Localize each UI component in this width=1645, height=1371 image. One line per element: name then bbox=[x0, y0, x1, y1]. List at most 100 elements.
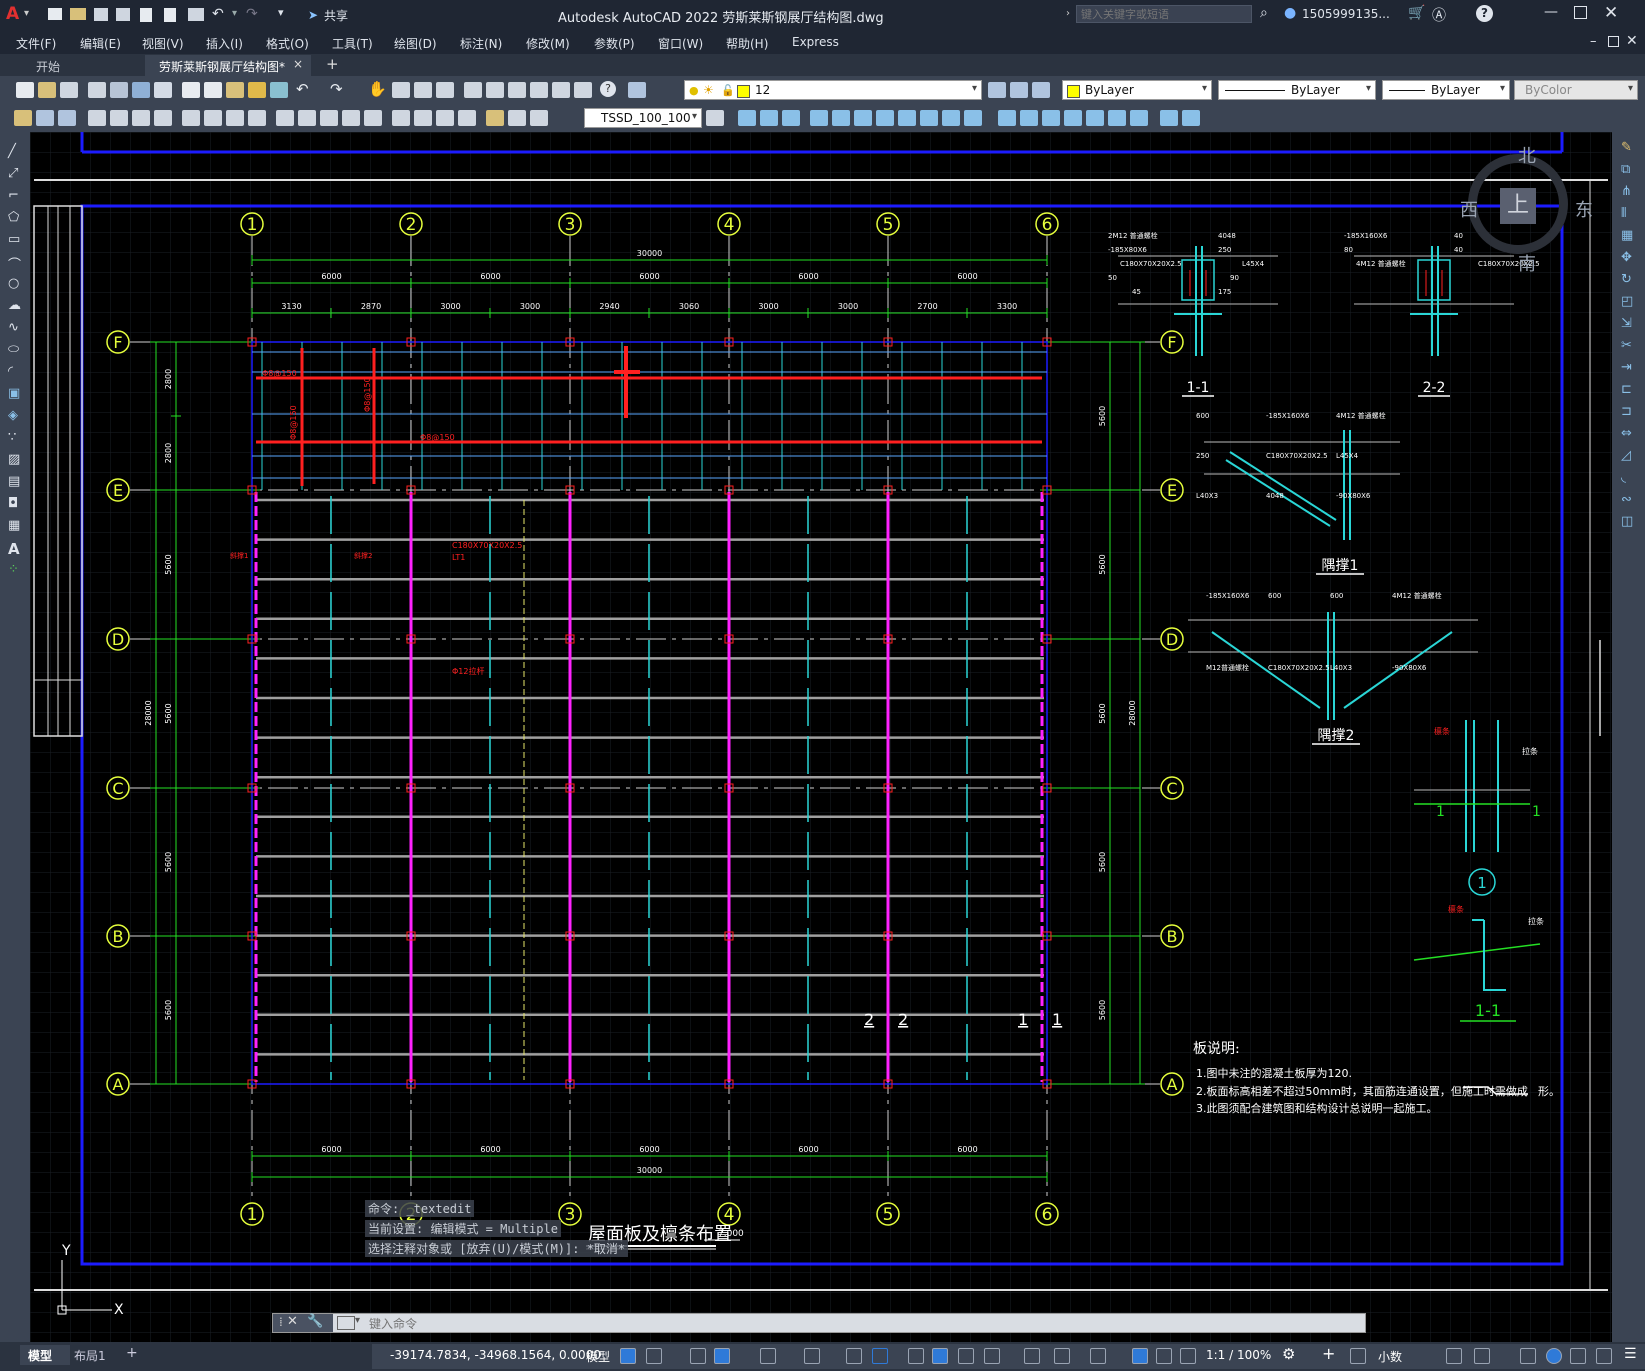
maximize-icon[interactable] bbox=[1574, 6, 1587, 19]
menu-format[interactable]: 格式(O) bbox=[266, 35, 309, 52]
search-icon[interactable]: ⌕ bbox=[1260, 5, 1268, 21]
chevron-down-icon[interactable]: ▾ bbox=[1628, 83, 1633, 94]
selection-filter-icon[interactable] bbox=[1054, 1348, 1070, 1364]
rotate-icon[interactable] bbox=[876, 110, 894, 126]
gizmo-icon[interactable] bbox=[1090, 1348, 1106, 1364]
lock-ui-icon[interactable] bbox=[1474, 1348, 1490, 1364]
annotation-monitor-icon[interactable]: + bbox=[1322, 1344, 1335, 1363]
diameter-dimension-icon[interactable] bbox=[226, 110, 244, 126]
offset-icon[interactable]: ⫴ bbox=[1621, 206, 1626, 221]
blend-curves-icon[interactable]: ∾ bbox=[1621, 492, 1632, 507]
edit-polyline-icon[interactable] bbox=[1160, 110, 1178, 126]
dynamic-ucs-icon[interactable] bbox=[1024, 1348, 1040, 1364]
open-icon[interactable] bbox=[70, 8, 86, 20]
menu-view[interactable]: 视图(V) bbox=[142, 35, 184, 52]
construction-line-icon[interactable]: ⤢ bbox=[8, 166, 18, 181]
menu-insert[interactable]: 插入(I) bbox=[206, 35, 243, 52]
undo-icon[interactable]: ↶ bbox=[212, 6, 224, 22]
layer-state-icon[interactable] bbox=[1032, 82, 1050, 98]
sheet-set-icon[interactable] bbox=[530, 82, 548, 98]
menu-dimension[interactable]: 标注(N) bbox=[460, 35, 502, 52]
properties-icon[interactable] bbox=[464, 82, 482, 98]
coordinates-readout[interactable]: -39174.7834, -34968.1564, 0.0000 bbox=[390, 1348, 601, 1362]
tab-close-icon[interactable]: × bbox=[293, 57, 303, 71]
isolate-objects-icon[interactable] bbox=[1520, 1348, 1536, 1364]
close-icon[interactable]: ✕ bbox=[287, 1314, 298, 1329]
search-input[interactable] bbox=[1076, 5, 1252, 23]
units-icon[interactable] bbox=[1350, 1348, 1366, 1364]
chevron-down-icon[interactable]: ▾ bbox=[355, 1315, 360, 1326]
open-icon[interactable] bbox=[38, 82, 56, 98]
new-icon[interactable] bbox=[16, 82, 34, 98]
save-web-icon[interactable] bbox=[164, 8, 176, 22]
calculator-icon[interactable] bbox=[574, 82, 592, 98]
arc-icon[interactable]: ⌒ bbox=[8, 254, 21, 273]
chevron-down-icon[interactable]: ▾ bbox=[1202, 83, 1207, 94]
pan-icon[interactable]: ✋ bbox=[368, 80, 387, 98]
layer-freeze-icon[interactable]: ☀ bbox=[703, 83, 714, 97]
copy-icon[interactable]: ⧉ bbox=[1621, 162, 1630, 177]
polyline-icon[interactable]: ⌐ bbox=[8, 188, 19, 203]
insert-table-icon[interactable] bbox=[14, 110, 32, 126]
aligned-dimension-icon[interactable] bbox=[110, 110, 128, 126]
markup-icon[interactable] bbox=[552, 82, 570, 98]
polygon-icon[interactable]: ⬠ bbox=[8, 210, 19, 225]
chevron-down-icon[interactable]: ▾ bbox=[972, 83, 977, 94]
spline-icon[interactable]: ∿ bbox=[8, 320, 19, 335]
fillet-icon[interactable] bbox=[1064, 110, 1082, 126]
isometric-icon[interactable] bbox=[804, 1348, 820, 1364]
paste-icon[interactable] bbox=[226, 82, 244, 98]
menu-modify[interactable]: 修改(M) bbox=[526, 35, 570, 52]
lineweight-icon[interactable] bbox=[908, 1348, 924, 1364]
copy-object-icon[interactable] bbox=[760, 110, 778, 126]
object-snap-tracking-icon[interactable] bbox=[846, 1348, 862, 1364]
trim-icon[interactable] bbox=[942, 110, 960, 126]
move-icon[interactable] bbox=[854, 110, 872, 126]
compass-south[interactable]: 南 bbox=[1518, 250, 1536, 276]
tab-model[interactable]: 模型 bbox=[20, 1345, 70, 1365]
center-mark-icon[interactable] bbox=[414, 110, 432, 126]
offset-icon[interactable] bbox=[810, 110, 828, 126]
plot-preview-icon[interactable] bbox=[110, 82, 128, 98]
menu-window[interactable]: 窗口(W) bbox=[658, 35, 703, 52]
join-icon[interactable]: ⇔ bbox=[1621, 426, 1632, 441]
match-properties-icon[interactable] bbox=[248, 82, 266, 98]
new-icon[interactable] bbox=[48, 8, 62, 20]
stretch-icon[interactable]: ⇲ bbox=[1621, 316, 1632, 331]
menu-help[interactable]: 帮助(H) bbox=[726, 35, 768, 52]
jogged-dimension-icon[interactable] bbox=[204, 110, 222, 126]
scale-icon[interactable]: ◰ bbox=[1621, 294, 1633, 309]
trim-icon[interactable]: ✂ bbox=[1621, 338, 1632, 353]
extend-icon[interactable]: ⇥ bbox=[1621, 360, 1632, 375]
cut-icon[interactable] bbox=[182, 82, 200, 98]
compass-north[interactable]: 北 bbox=[1518, 142, 1536, 168]
hatch-icon[interactable]: ▨ bbox=[8, 452, 20, 467]
region-icon[interactable]: ◘ bbox=[8, 496, 18, 511]
snap-icon[interactable] bbox=[646, 1348, 662, 1364]
multiline-text-icon[interactable]: A bbox=[8, 540, 20, 558]
save-icon[interactable] bbox=[94, 8, 108, 21]
doc-restore-icon[interactable] bbox=[1608, 36, 1619, 47]
tool-palettes-icon[interactable] bbox=[508, 82, 526, 98]
undo-icon[interactable]: ↶ bbox=[296, 80, 309, 98]
model-space-button[interactable]: 模型 bbox=[586, 1348, 610, 1365]
move-icon[interactable]: ✥ bbox=[1621, 250, 1632, 265]
lengthen-icon[interactable] bbox=[1108, 110, 1126, 126]
undo-dropdown-icon[interactable]: ▾ bbox=[232, 8, 237, 19]
dimension-text-edit-icon[interactable] bbox=[508, 110, 526, 126]
annotation-scale-icon[interactable] bbox=[1180, 1348, 1196, 1364]
polar-icon[interactable] bbox=[760, 1348, 776, 1364]
eraser-icon[interactable]: ✎ bbox=[1621, 140, 1632, 155]
chamfer-icon[interactable]: ◿ bbox=[1621, 448, 1631, 463]
zoom-realtime-icon[interactable] bbox=[392, 82, 410, 98]
extend-icon[interactable] bbox=[964, 110, 982, 126]
explode-icon[interactable] bbox=[1086, 110, 1104, 126]
minimize-icon[interactable]: — bbox=[1544, 4, 1558, 20]
drawing-canvas[interactable]: 112233445566FFEEDDCCBBAA3000060006000600… bbox=[30, 132, 1612, 1342]
open-web-icon[interactable] bbox=[140, 8, 152, 22]
dimension-style-icon[interactable] bbox=[706, 110, 724, 126]
make-current-layer-icon[interactable] bbox=[988, 82, 1006, 98]
auto-scale-icon[interactable] bbox=[1156, 1348, 1172, 1364]
baseline-dimension-icon[interactable] bbox=[298, 110, 316, 126]
rotate-icon[interactable]: ↻ bbox=[1621, 272, 1632, 287]
